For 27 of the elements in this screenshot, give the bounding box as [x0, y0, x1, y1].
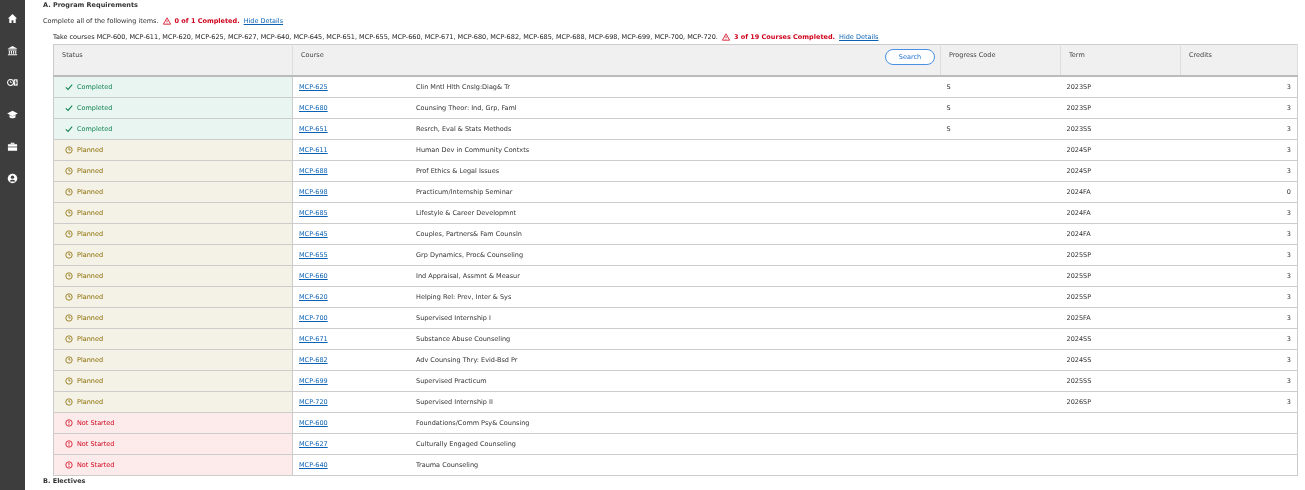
graduation-cap-icon[interactable]	[7, 109, 18, 120]
clock-icon	[65, 272, 73, 280]
clock-icon	[65, 230, 73, 238]
checkmark-icon	[65, 83, 73, 91]
checkmark-icon	[65, 104, 73, 112]
clock-icon	[65, 398, 73, 406]
exclamation-circle-icon	[65, 419, 73, 427]
clock-icon	[65, 251, 73, 259]
bank-icon[interactable]	[7, 45, 18, 56]
clock-icon	[65, 356, 73, 364]
clock-icon	[65, 188, 73, 196]
exclamation-circle-icon	[65, 440, 73, 448]
checkmark-icon	[65, 125, 73, 133]
exclamation-circle-icon	[65, 461, 73, 469]
clock-dollar-icon[interactable]	[7, 77, 18, 88]
clock-icon	[65, 167, 73, 175]
clock-icon	[65, 335, 73, 343]
warning-icon	[162, 16, 171, 25]
clock-icon	[65, 314, 73, 322]
user-icon[interactable]	[7, 173, 18, 184]
warning-icon	[721, 32, 730, 41]
briefcase-icon[interactable]	[7, 141, 18, 152]
clock-icon	[65, 377, 73, 385]
clock-icon	[65, 209, 73, 217]
home-icon[interactable]	[7, 13, 18, 24]
clock-icon	[65, 146, 73, 154]
clock-icon	[65, 293, 73, 301]
